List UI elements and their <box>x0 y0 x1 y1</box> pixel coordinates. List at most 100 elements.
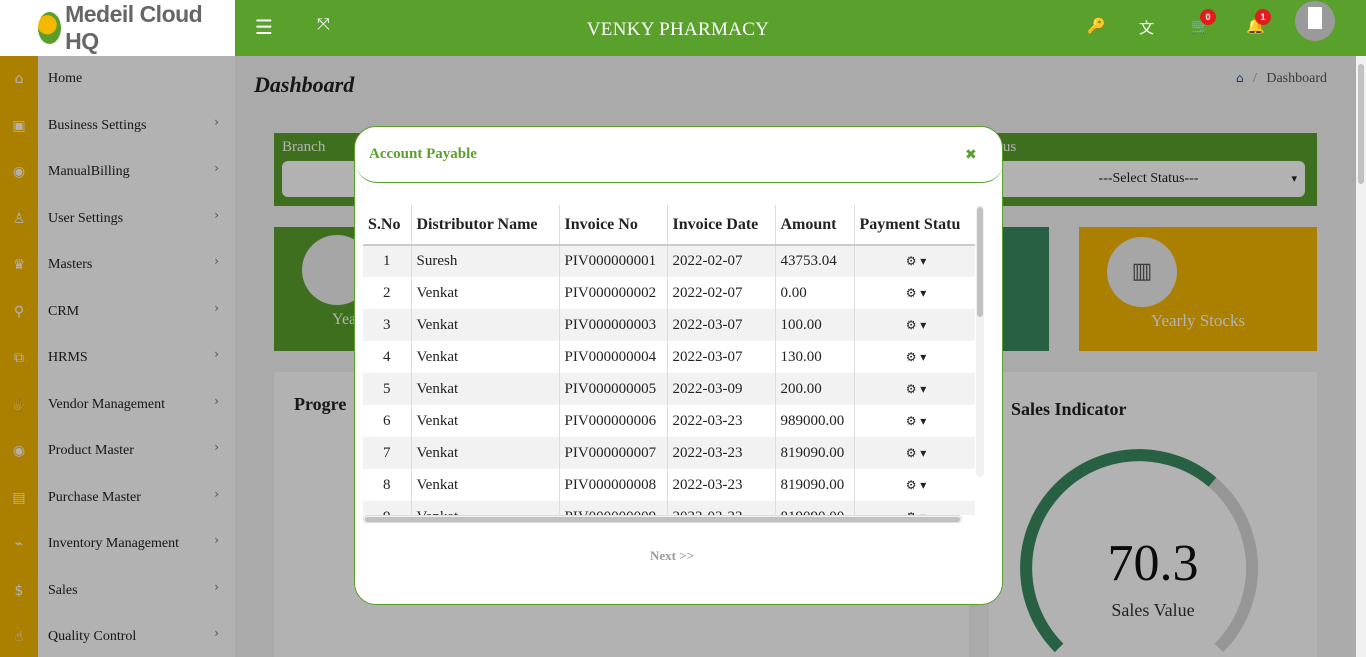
cell-amount: 0.00 <box>775 277 855 309</box>
brand-name: VENKY PHARMACY <box>586 19 770 40</box>
table-row[interactable]: 8 Venkat PIV000000008 2022-03-23 819090.00 ⚙ … <box>363 469 975 501</box>
settings-dropdown-icon[interactable]: ⚙ ▾ <box>906 414 927 428</box>
payment-status-cell: ⚙ ▾ <box>854 309 975 341</box>
settings-dropdown-icon[interactable]: ⚙ ▾ <box>906 254 927 268</box>
cell-date: 2022-03-07 <box>667 341 776 373</box>
key-icon[interactable]: 🔑 <box>1087 17 1106 35</box>
cell-name: Venkat <box>411 341 560 373</box>
cell-date: 2022-02-07 <box>667 245 776 277</box>
vertical-scroll-thumb[interactable] <box>977 207 983 317</box>
notification-button[interactable]: 🔔 1 <box>1246 9 1271 35</box>
logo-mark-icon <box>38 12 62 44</box>
cell-sno: 2 <box>363 277 412 309</box>
payment-status-cell: ⚙ ▾ <box>854 245 975 277</box>
notification-badge: 1 <box>1255 9 1271 25</box>
logo[interactable]: Medeil Cloud HQ <box>0 0 235 56</box>
cell-amount: 43753.04 <box>775 245 855 277</box>
cart-badge: 0 <box>1200 9 1216 25</box>
cell-sno: 1 <box>363 245 412 277</box>
page-scrollbar-thumb[interactable] <box>1358 64 1364 184</box>
modal-title: Account Payable <box>369 146 477 162</box>
cell-name: Suresh <box>411 245 560 277</box>
cell-amount: 200.00 <box>775 373 855 405</box>
cell-sno: 7 <box>363 437 412 469</box>
column-header[interactable]: S.No <box>363 205 412 246</box>
cell-date: 2022-03-23 <box>667 501 776 515</box>
cell-sno: 4 <box>363 341 412 373</box>
table-row[interactable]: 1 Suresh PIV000000001 2022-02-07 43753.04 ⚙ ▾ <box>363 245 975 277</box>
avatar-image <box>1308 7 1322 29</box>
cell-name: Venkat <box>411 437 560 469</box>
top-header: ☰ ⤧ VENKY PHARMACY 🔑 文 🛒 0 🔔 1 <box>235 0 1366 56</box>
table-row[interactable]: 3 Venkat PIV000000003 2022-03-07 100.00 ⚙ ▾ <box>363 309 975 341</box>
column-header[interactable]: Amount <box>775 205 855 246</box>
table-row[interactable]: 2 Venkat PIV000000002 2022-02-07 0.00 ⚙ ▾ <box>363 277 975 309</box>
cart-button[interactable]: 🛒 0 <box>1191 9 1216 35</box>
cell-amount: 130.00 <box>775 341 855 373</box>
cell-invoice: PIV000000001 <box>559 245 668 277</box>
payment-status-cell: ⚙ ▾ <box>854 341 975 373</box>
cell-date: 2022-03-23 <box>667 405 776 437</box>
cell-invoice: PIV000000008 <box>559 469 668 501</box>
cell-name: Venkat <box>411 501 560 515</box>
payable-table: S.No Distributor Name Invoice No Invoice Da… <box>363 205 975 515</box>
close-icon[interactable]: ✖ <box>965 147 977 163</box>
cell-amount: 819090.00 <box>775 437 855 469</box>
cell-invoice: PIV000000003 <box>559 309 668 341</box>
column-header[interactable]: Payment Statu <box>854 205 975 246</box>
horizontal-scroll-thumb[interactable] <box>365 517 960 522</box>
cell-invoice: PIV000000009 <box>559 501 668 515</box>
column-header[interactable]: Distributor Name <box>411 205 560 246</box>
column-header[interactable]: Invoice No <box>559 205 668 246</box>
table-row[interactable]: 9VenkatPIV0000000092022-03-23819090.00⚙ … <box>363 501 975 515</box>
settings-dropdown-icon[interactable]: ⚙ ▾ <box>906 350 927 364</box>
cell-invoice: PIV000000007 <box>559 437 668 469</box>
cell-sno: 3 <box>363 309 412 341</box>
cell-date: 2022-03-07 <box>667 309 776 341</box>
cell-invoice: PIV000000002 <box>559 277 668 309</box>
table-row[interactable]: 6 Venkat PIV000000006 2022-03-23 989000.00 ⚙ … <box>363 405 975 437</box>
logo-text: Medeil Cloud HQ <box>65 1 203 54</box>
settings-dropdown-icon[interactable]: ⚙ ▾ <box>906 478 927 492</box>
cell-amount: 989000.00 <box>775 405 855 437</box>
cell-name: Venkat <box>411 469 560 501</box>
payment-status-cell: ⚙ ▾ <box>854 373 975 405</box>
cell-invoice: PIV000000006 <box>559 405 668 437</box>
cell-date: 2022-03-23 <box>667 437 776 469</box>
account-payable-modal: Account Payable ✖ S.No Distributor Name In… <box>354 126 1003 605</box>
cell-name: Venkat <box>411 309 560 341</box>
cell-date: 2022-03-23 <box>667 469 776 501</box>
next-page-link[interactable]: Next >> <box>650 548 694 564</box>
payment-status-cell: ⚙ ▾ <box>854 277 975 309</box>
cell-sno: 8 <box>363 469 412 501</box>
payment-status-cell: ⚙ ▾ <box>854 405 975 437</box>
payment-status-cell: ⚙ ▾ <box>854 469 975 501</box>
cell-date: 2022-02-07 <box>667 277 776 309</box>
table-header-row: S.No Distributor Name Invoice No Invoice Da… <box>363 205 975 246</box>
settings-dropdown-icon[interactable]: ⚙ ▾ <box>906 318 927 332</box>
avatar[interactable] <box>1295 1 1335 41</box>
modal-header: Account Payable ✖ <box>355 127 1002 183</box>
table-row[interactable]: 5 Venkat PIV000000005 2022-03-09 200.00 ⚙ ▾ <box>363 373 975 405</box>
payable-table-container: S.No Distributor Name Invoice No Invoice Da… <box>363 205 975 515</box>
settings-dropdown-icon[interactable]: ⚙ ▾ <box>906 382 927 396</box>
table-row[interactable]: 7 Venkat PIV000000007 2022-03-23 819090.00 ⚙ … <box>363 437 975 469</box>
column-header[interactable]: Invoice Date <box>667 205 776 246</box>
cell-sno: 6 <box>363 405 412 437</box>
cell-name: Venkat <box>411 373 560 405</box>
table-vertical-scrollbar[interactable] <box>976 205 984 477</box>
translate-icon[interactable]: 文 <box>1139 17 1154 38</box>
cell-name: Venkat <box>411 405 560 437</box>
cell-amount: 819090.00 <box>775 469 855 501</box>
cell-sno: 5 <box>363 373 412 405</box>
settings-dropdown-icon[interactable]: ⚙ ▾ <box>906 446 927 460</box>
table-row[interactable]: 4 Venkat PIV000000004 2022-03-07 130.00 ⚙ ▾ <box>363 341 975 373</box>
cell-invoice: PIV000000004 <box>559 341 668 373</box>
cell-amount: 819090.00 <box>775 501 855 515</box>
table-horizontal-scrollbar[interactable] <box>363 515 962 523</box>
page-scrollbar[interactable] <box>1356 56 1366 657</box>
cell-date: 2022-03-09 <box>667 373 776 405</box>
cell-name: Venkat <box>411 277 560 309</box>
settings-dropdown-icon[interactable]: ⚙ ▾ <box>906 286 927 300</box>
payment-status-cell: ⚙ ▾ <box>854 437 975 469</box>
